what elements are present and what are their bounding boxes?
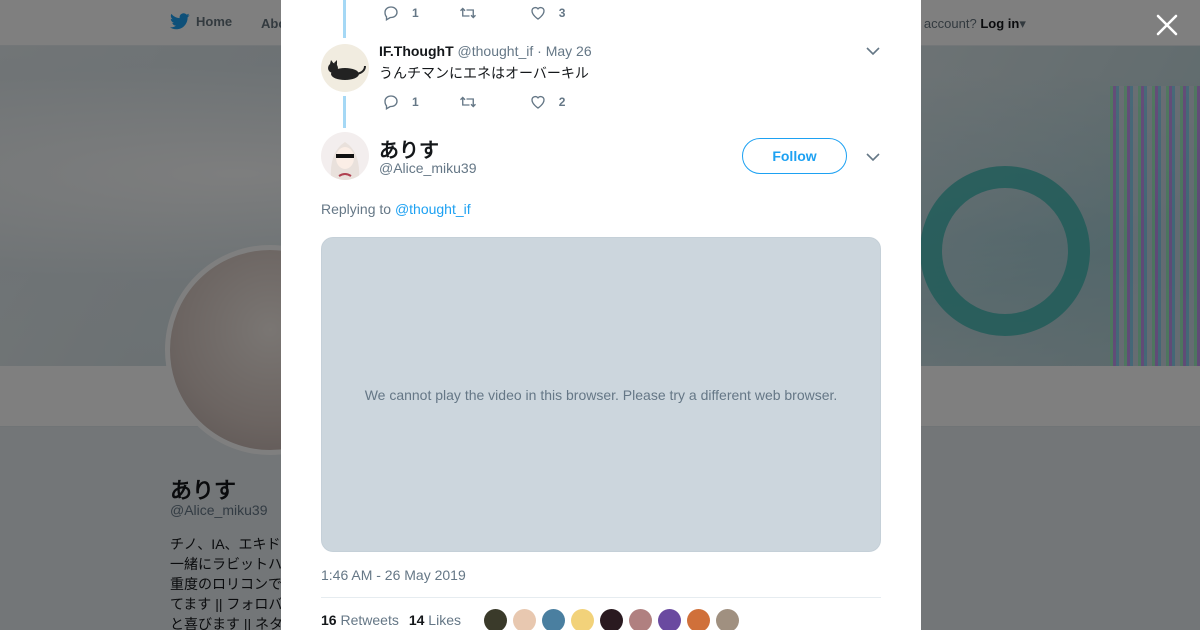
reply-button[interactable]: 1 [382,93,419,111]
likes-stat[interactable]: 14 Likes [409,612,461,628]
tweet-author-name[interactable]: ありす [379,134,439,163]
reply-header: IF.ThoughT @thought_if · May 26 [379,43,592,59]
liker-avatar[interactable] [716,609,739,630]
replying-to-link[interactable]: @thought_if [395,201,471,217]
heart-icon [531,6,545,20]
reply-date[interactable]: · May 26 [537,43,591,59]
replying-to: Replying to @thought_if [321,201,471,217]
close-icon[interactable] [1154,12,1180,38]
liker-avatar[interactable] [629,609,652,630]
reply-author-handle[interactable]: @thought_if [458,43,534,59]
tweet-timestamp[interactable]: 1:46 AM - 26 May 2019 [321,567,466,583]
liker-avatar[interactable] [484,609,507,630]
video-unsupported-message: We cannot play the video in this browser… [364,386,838,403]
video-player[interactable]: We cannot play the video in this browser… [321,237,881,552]
like-total: 14 [408,612,425,628]
tweet-author-avatar[interactable] [321,132,369,180]
thread-line [343,96,346,128]
reply-count: 1 [412,95,419,109]
like-button[interactable]: 2 [529,93,566,111]
retweet-icon [459,7,476,19]
retweet-button[interactable] [459,4,477,22]
liker-avatar[interactable] [600,609,623,630]
liker-avatars [484,609,739,630]
reply-button[interactable]: 1 [382,4,419,22]
reply-icon [384,6,398,21]
retweet-total: 16 [321,612,337,628]
replying-prefix: Replying to [321,201,392,217]
tweet-permalink-modal: 1 3 IF.ThoughT @thought_if · May 26 うんチマ… [281,0,921,630]
anime-avatar-image [330,142,360,180]
liker-avatar[interactable] [658,609,681,630]
reply-tweet-actions: 1 2 [382,93,565,111]
liker-avatar[interactable] [542,609,565,630]
retweets-stat[interactable]: 16 Retweets [321,612,399,628]
liker-avatar[interactable] [571,609,594,630]
retweet-button[interactable] [459,93,477,111]
divider [321,597,881,598]
chevron-down-icon[interactable] [865,149,881,165]
tweet-author-handle[interactable]: @Alice_miku39 [379,160,476,176]
like-button[interactable]: 3 [529,4,566,22]
prev-tweet-actions: 1 3 [382,4,565,22]
follow-button[interactable]: Follow [742,138,847,174]
reply-author-avatar[interactable] [321,44,369,92]
reply-icon [384,95,398,110]
liker-avatar[interactable] [687,609,710,630]
heart-icon [531,95,545,109]
reply-author-name[interactable]: IF.ThoughT [379,43,454,59]
reply-count: 1 [412,6,419,20]
likes-label: Likes [428,612,461,628]
liker-avatar[interactable] [513,609,536,630]
retweets-label: Retweets [340,612,399,628]
tweet-stats: 16 Retweets 14 Likes [321,612,461,628]
reply-tweet-text: うんチマンにエネはオーバーキル [379,65,589,81]
like-count: 2 [558,95,566,109]
thread-line [343,0,346,38]
like-count: 3 [558,6,566,20]
chevron-down-icon[interactable] [865,43,881,59]
retweet-icon [459,96,476,108]
cat-avatar-image [328,60,366,80]
